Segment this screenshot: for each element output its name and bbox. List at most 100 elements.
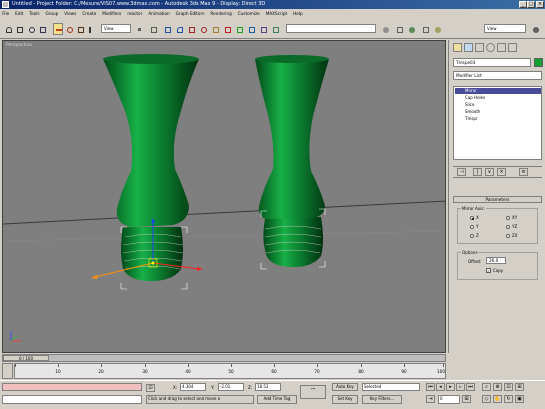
close-button[interactable]: ×	[536, 1, 544, 8]
render-frame-button[interactable]	[420, 23, 430, 35]
time-slider-thumb[interactable]: 0 / 100	[3, 355, 49, 361]
left-vase[interactable]	[103, 55, 199, 227]
menu-reactor[interactable]: reactor	[125, 9, 144, 19]
undo-button[interactable]	[3, 23, 13, 35]
current-frame-field[interactable]: 0	[438, 395, 460, 404]
go-to-end-icon[interactable]: ⏭	[466, 383, 475, 391]
auto-key-button[interactable]: Auto Key	[332, 383, 358, 391]
spinner-snap-button[interactable]	[198, 23, 208, 35]
lock-selection-icon[interactable]: ⊡	[146, 384, 155, 392]
time-slider[interactable]: 0 / 100	[2, 354, 446, 362]
stack-item-cap-holes[interactable]: Cap Holes	[455, 95, 485, 101]
object-name-field[interactable]: Tmspe03	[453, 58, 531, 67]
offset-spinner[interactable]: 26.0	[486, 257, 506, 264]
menu-graph-editors[interactable]: Graph Editors	[173, 9, 206, 19]
key-mode-toggle-icon[interactable]: ⇥	[426, 395, 435, 403]
z-coordinate-field[interactable]: 18.53	[255, 383, 281, 391]
remove-modifier-icon[interactable]: ×	[497, 168, 506, 176]
material-editor-button[interactable]	[380, 23, 390, 35]
add-time-tag-button[interactable]: Add Time Tag	[257, 395, 297, 404]
mini-curve-toggle[interactable]	[2, 363, 13, 379]
set-key-button[interactable]: Set Key	[332, 395, 358, 404]
stack-item-base-object[interactable]: Tmspr	[455, 116, 478, 122]
unlink-button[interactable]	[37, 23, 47, 35]
percent-snap-button[interactable]	[186, 23, 196, 35]
previous-frame-icon[interactable]: ◂	[436, 383, 445, 391]
menu-customize[interactable]: Customize	[236, 9, 262, 19]
perspective-viewport[interactable]: Perspective	[2, 40, 446, 353]
make-unique-icon[interactable]: ∨	[485, 168, 494, 176]
menu-group[interactable]: Group	[43, 9, 60, 19]
select-object-button[interactable]	[86, 23, 96, 35]
maxscript-mini-listener[interactable]	[2, 395, 142, 404]
stack-item-mirror[interactable]: Mirror	[455, 88, 541, 94]
mirror-button[interactable]	[222, 23, 232, 35]
render-type-dropdown[interactable]: View	[484, 24, 526, 33]
zoom-icon[interactable]: ⌕	[482, 383, 491, 391]
right-vase[interactable]	[255, 55, 329, 221]
maximize-viewport-icon[interactable]: ▣	[515, 395, 524, 403]
maximize-button[interactable]: □	[527, 1, 535, 8]
schematic-view-button[interactable]	[270, 23, 280, 35]
pivot-button[interactable]	[134, 23, 144, 35]
stack-item-smooth[interactable]: Smooth	[455, 109, 480, 115]
hierarchy-tab-icon[interactable]	[475, 43, 484, 52]
x-coordinate-field[interactable]: 4.304	[180, 383, 206, 391]
create-tab-icon[interactable]	[453, 43, 462, 52]
quick-render-button[interactable]	[406, 23, 416, 35]
axis-yz-radio[interactable]	[506, 225, 510, 229]
parameters-rollout-title[interactable]: Parameters	[453, 196, 542, 203]
menu-create[interactable]: Create	[80, 9, 98, 19]
time-configuration-icon[interactable]: ⊞	[462, 395, 471, 403]
reference-coord-dropdown[interactable]: View	[101, 24, 131, 33]
pan-icon[interactable]: ✋	[493, 395, 502, 403]
go-to-start-icon[interactable]: ⏮	[426, 383, 435, 391]
menu-rendering[interactable]: Rendering	[208, 9, 234, 19]
motion-tab-icon[interactable]	[486, 43, 495, 52]
edit-named-selection-button[interactable]	[210, 23, 220, 35]
select-scale-button[interactable]	[75, 23, 85, 35]
key-filters-button[interactable]: Key Filters...	[362, 395, 402, 404]
zoom-extents-icon[interactable]: ⊡	[504, 383, 513, 391]
axis-xy-radio[interactable]	[506, 216, 510, 220]
modifier-stack[interactable]: Mirror Cap Holes Slice Smooth Tmspr	[453, 86, 542, 160]
next-frame-icon[interactable]: ▹	[456, 383, 465, 391]
select-manipulate-button[interactable]	[148, 23, 158, 35]
menu-file[interactable]: File	[0, 9, 11, 19]
utilities-tab-icon[interactable]	[508, 43, 517, 52]
menu-maxscript[interactable]: MAXScript	[264, 9, 290, 19]
menu-edit[interactable]: Edit	[13, 9, 25, 19]
angle-snap-button[interactable]	[174, 23, 184, 35]
menu-tools[interactable]: Tools	[27, 9, 42, 19]
minimize-button[interactable]: _	[519, 1, 527, 8]
field-of-view-icon[interactable]: ◇	[482, 395, 491, 403]
layer-manager-button[interactable]	[246, 23, 256, 35]
redo-button[interactable]	[14, 23, 24, 35]
arc-rotate-icon[interactable]: ↻	[504, 395, 513, 403]
stack-item-slice[interactable]: Slice	[455, 102, 474, 108]
snaps-toggle-button[interactable]	[162, 23, 172, 35]
align-button[interactable]	[234, 23, 244, 35]
track-bar[interactable]: 10 20 30 40 50 60 70 80 90 100	[14, 363, 446, 379]
curve-editor-button[interactable]	[258, 23, 268, 35]
menu-animation[interactable]: Animation	[146, 9, 172, 19]
maxscript-listener-field[interactable]	[2, 383, 142, 391]
active-shade-button[interactable]	[432, 23, 442, 35]
left-vase-base[interactable]	[121, 227, 183, 281]
render-button[interactable]	[530, 23, 540, 35]
select-link-button[interactable]	[26, 23, 36, 35]
pin-stack-icon[interactable]: ⊣	[457, 168, 466, 176]
render-scene-button[interactable]	[394, 23, 404, 35]
show-end-result-icon[interactable]: |	[473, 168, 482, 176]
zoom-all-icon[interactable]: ⊕	[493, 383, 502, 391]
menu-help[interactable]: Help	[291, 9, 305, 19]
select-move-button[interactable]	[53, 23, 63, 35]
menu-views[interactable]: Views	[62, 9, 79, 19]
key-mode-dropdown[interactable]: Selected	[362, 383, 420, 391]
named-selection-set-dropdown[interactable]	[286, 24, 376, 33]
axis-z-radio[interactable]	[470, 234, 474, 238]
display-tab-icon[interactable]	[497, 43, 506, 52]
menu-modifiers[interactable]: Modifiers	[100, 9, 124, 19]
axis-x-radio[interactable]	[470, 216, 474, 220]
modify-tab-icon[interactable]	[464, 43, 473, 52]
